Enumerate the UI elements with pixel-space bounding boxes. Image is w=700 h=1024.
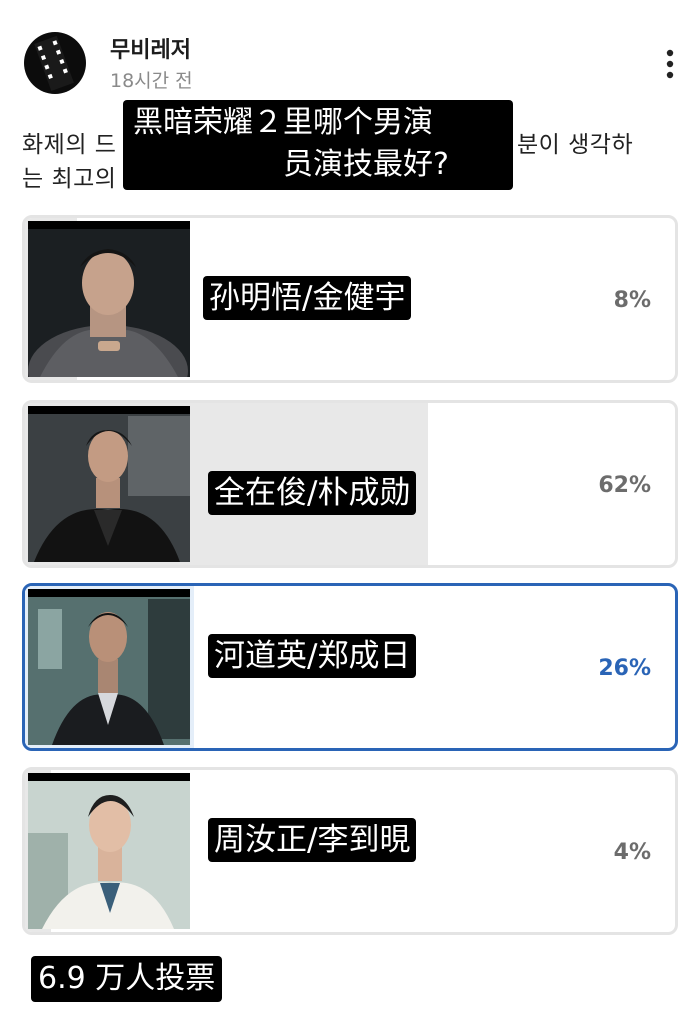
poll-option[interactable]: 孙明悟/金健宇 8% xyxy=(22,215,678,383)
option-label: 孙明悟/金健宇 xyxy=(203,276,412,320)
option-thumbnail xyxy=(28,406,190,562)
vote-count: 6.9 万人投票 xyxy=(31,956,223,1002)
post-text-line1-right: 분이 생각하 xyxy=(517,132,634,158)
post-header: 무비레저 18시간 전 xyxy=(0,0,700,110)
poll-option-selected[interactable]: 河道英/郑成日 26% xyxy=(22,583,678,751)
overlay-caption: 黑暗荣耀２里哪个男演 员演技最好? xyxy=(123,100,513,190)
option-thumbnail xyxy=(28,589,190,745)
option-percent: 26% xyxy=(598,656,651,681)
option-thumbnail xyxy=(28,773,190,929)
avatar[interactable] xyxy=(24,32,86,94)
vertical-ellipsis-icon xyxy=(666,49,674,79)
option-percent: 62% xyxy=(598,473,651,498)
option-percent: 4% xyxy=(613,840,651,865)
option-percent: 8% xyxy=(613,288,651,313)
option-thumbnail xyxy=(28,221,190,377)
post-time: 18시간 전 xyxy=(110,70,193,92)
option-label: 全在俊/朴成勋 xyxy=(208,471,417,515)
poll-option[interactable]: 周汝正/李到晛 4% xyxy=(22,767,678,935)
overlay-title-line1: 黑暗荣耀２里哪个男演 xyxy=(133,105,433,140)
post-text-line2: 는 최고의 xyxy=(22,166,117,192)
author-name[interactable]: 무비레저 xyxy=(110,32,191,64)
poll-option[interactable]: 全在俊/朴成勋 62% xyxy=(22,400,678,568)
overlay-title-line2: 员演技最好? xyxy=(283,147,449,182)
post-text-line1: 화제의 드 xyxy=(22,132,117,158)
option-label: 周汝正/李到晛 xyxy=(208,818,417,862)
more-options-button[interactable] xyxy=(650,44,690,84)
option-label: 河道英/郑成日 xyxy=(208,634,417,678)
